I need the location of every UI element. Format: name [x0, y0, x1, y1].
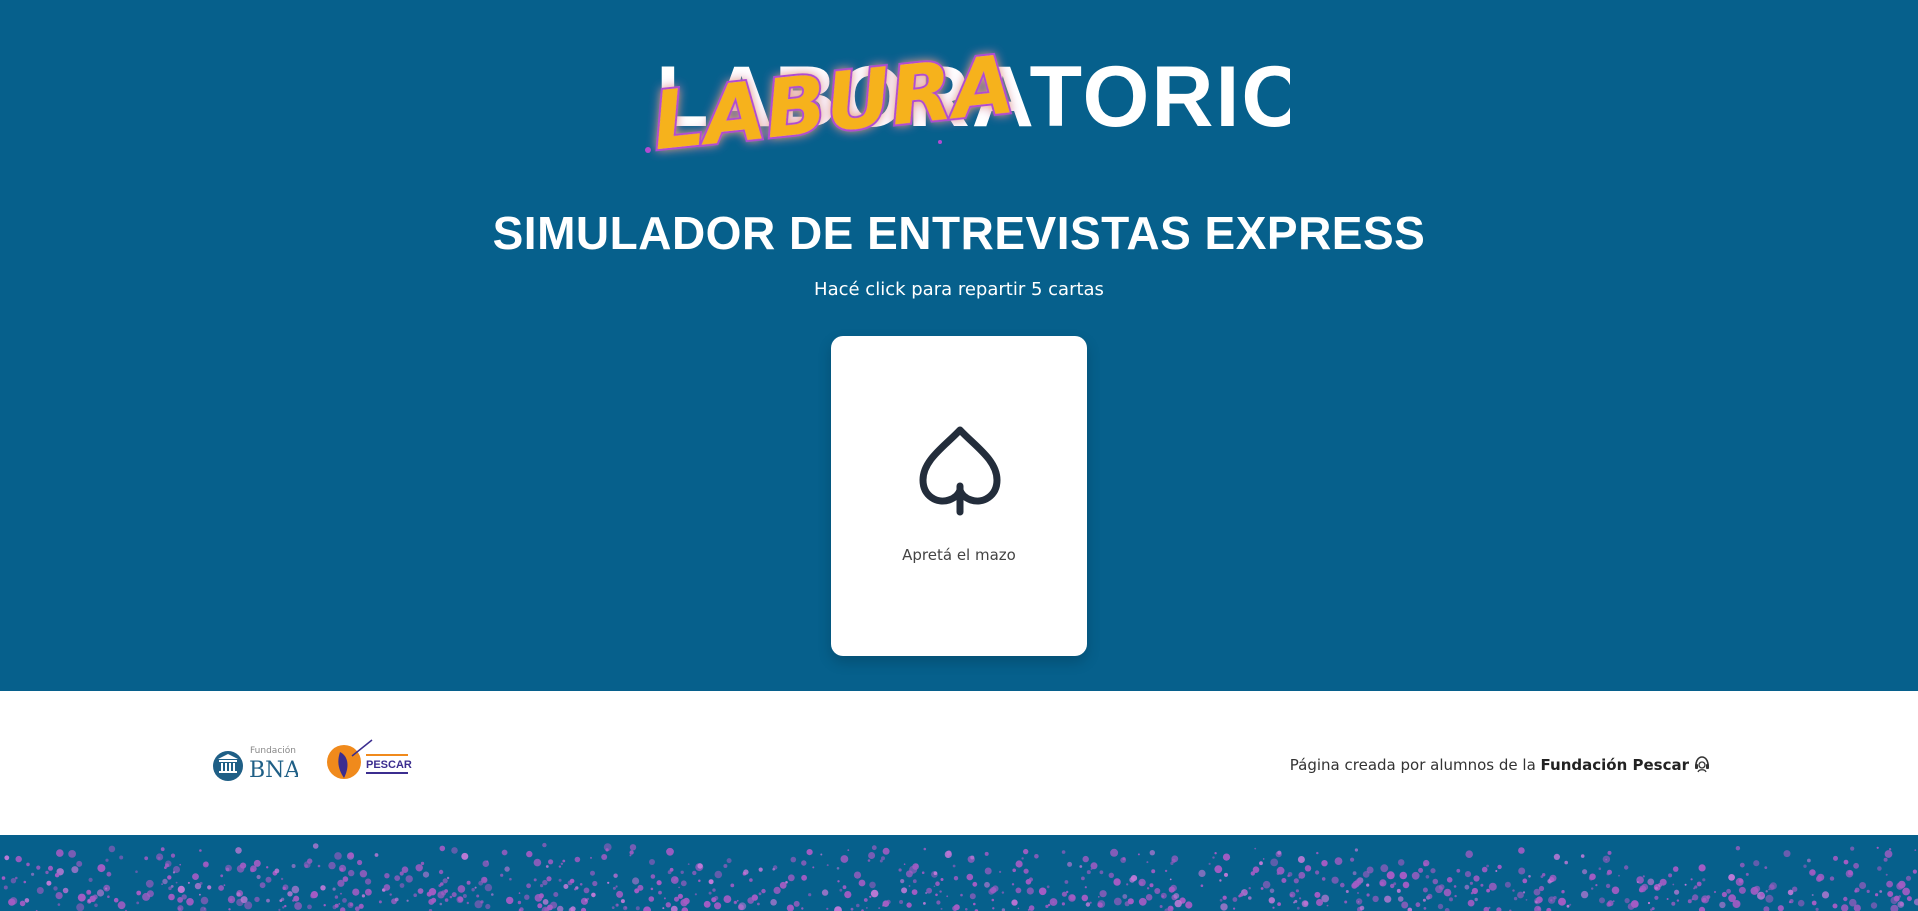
headset-icon	[1695, 756, 1709, 773]
credit-org-link[interactable]: Fundación Pescar	[1541, 756, 1689, 774]
credit-prefix: Página creada por alumnos de la	[1289, 756, 1541, 774]
bna-big-text: BNA	[249, 758, 298, 783]
spray-paint-band	[0, 835, 1918, 911]
hero-section: LABORATORIO LABURA SIMULADOR DE ENTREVIS…	[0, 0, 1918, 691]
page-subtitle: Hacé click para repartir 5 cartas	[814, 279, 1104, 300]
fundacion-bna-logo: Fundación BNA	[213, 745, 298, 783]
fundacion-pescar-logo: PESCAR	[327, 739, 412, 779]
deck-button[interactable]: Apretá el mazo	[831, 336, 1087, 656]
bna-small-text: Fundación	[250, 745, 296, 756]
spray-paint-decoration	[1, 842, 1918, 911]
footer-credit: Página creada por alumnos de la Fundació…	[1290, 755, 1711, 774]
page-title: SIMULADOR DE ENTREVISTAS EXPRESS	[492, 207, 1426, 259]
deck-label: Apretá el mazo	[902, 546, 1016, 564]
pescar-text: PESCAR	[366, 759, 412, 771]
spade-icon	[919, 426, 1001, 516]
laburatorio-logo: LABORATORIO LABURA	[640, 34, 1290, 164]
footer: Fundación BNA PESCAR Página creada por a…	[0, 691, 1918, 835]
